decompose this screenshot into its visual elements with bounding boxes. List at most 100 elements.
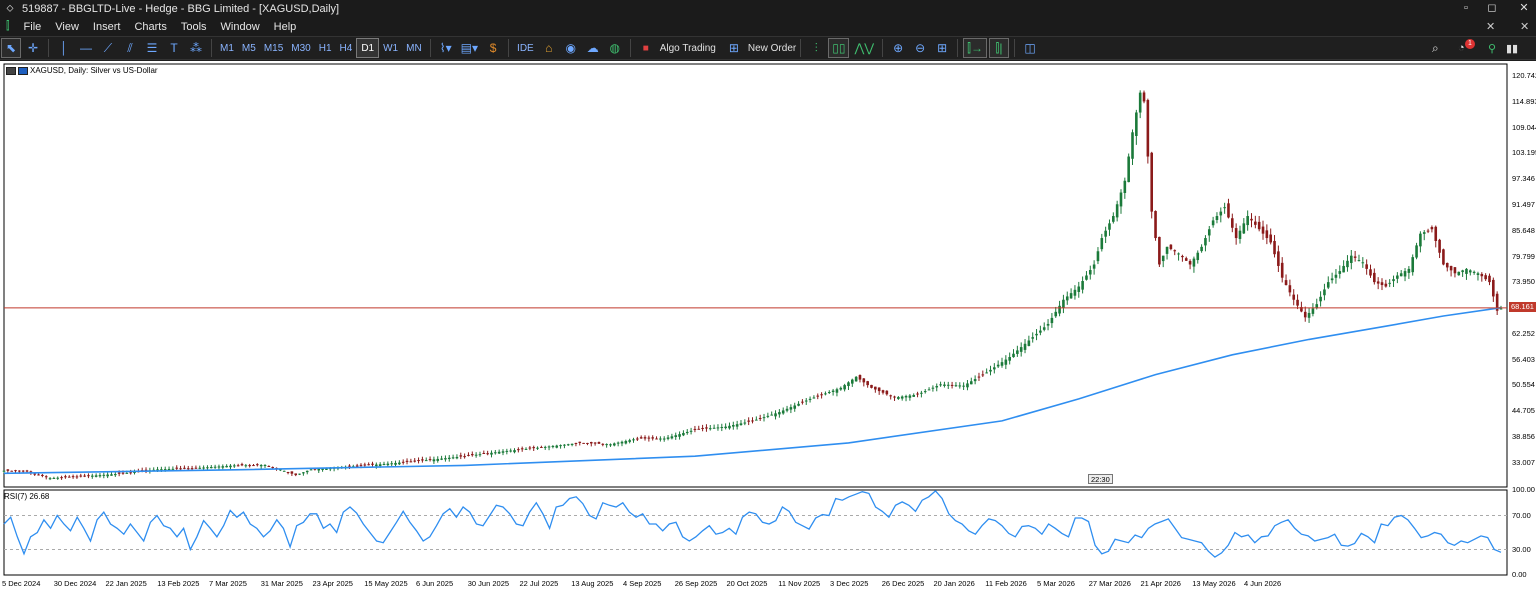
horizontal-line-icon[interactable]: ― <box>76 38 96 58</box>
trend-line-icon[interactable]: ⟋ <box>98 38 118 58</box>
candle-body <box>885 390 889 395</box>
candle-body <box>628 440 631 442</box>
menu-view[interactable]: View <box>55 21 79 33</box>
candle-body <box>463 456 466 458</box>
price-tick-label: 103.195 <box>1512 148 1536 158</box>
candle-body <box>659 438 662 440</box>
time-tick-label: 22 Jul 2025 <box>519 579 559 588</box>
text-tool-icon[interactable]: T <box>164 38 184 58</box>
signal-icon[interactable]: ◉ <box>561 38 581 58</box>
candle-body <box>286 471 290 473</box>
candle-body <box>1146 100 1150 157</box>
candle-body <box>1115 204 1119 218</box>
candle-body <box>789 407 793 410</box>
candle-body <box>1196 252 1200 261</box>
cursor-icon[interactable]: ⬉ <box>1 38 21 58</box>
chart-window[interactable] <box>0 61 1536 595</box>
templates-icon[interactable]: ▤▾ <box>458 38 481 58</box>
timeframe-w1[interactable]: W1 <box>379 38 402 58</box>
close-button[interactable]: ✕ <box>1506 0 1536 17</box>
crosshair-icon[interactable]: ✛ <box>23 38 43 58</box>
candle-body <box>958 385 962 387</box>
candle-body <box>563 444 566 446</box>
candle-body <box>14 470 17 472</box>
candle-body <box>175 467 179 469</box>
notifications-icon[interactable]: ◔ <box>1458 42 1465 54</box>
candle-body <box>536 447 539 449</box>
candle-body <box>747 420 750 422</box>
chart-type-icon[interactable]: ⌇▾ <box>436 38 456 58</box>
candle-body <box>390 463 393 465</box>
menu-charts[interactable]: Charts <box>134 21 166 33</box>
candle-body <box>732 424 735 427</box>
menu-tools[interactable]: Tools <box>181 21 207 33</box>
timeframe-m30[interactable]: M30 <box>287 38 314 58</box>
candle-body <box>494 452 497 454</box>
candle-body <box>820 394 823 396</box>
window-pin-icon[interactable]: ✕ <box>1486 20 1495 33</box>
algo-trading-icon[interactable]: ■ <box>636 38 656 58</box>
candle-body <box>48 478 52 480</box>
menu-window[interactable]: Window <box>221 21 260 33</box>
candle-body <box>1204 238 1207 246</box>
vertical-line-icon[interactable]: │ <box>54 38 74 58</box>
candle-body <box>1054 311 1058 317</box>
shapes-icon[interactable]: ⁂ <box>186 38 206 58</box>
candle-body <box>478 454 482 456</box>
line-chart-icon[interactable]: ⋀⋁ <box>851 38 877 58</box>
timeframe-m5[interactable]: M5 <box>238 38 260 58</box>
timeframe-mn[interactable]: MN <box>402 38 426 58</box>
chart-canvas[interactable] <box>0 61 1536 595</box>
bar-chart-icon[interactable]: ⫶ <box>806 38 826 58</box>
candle-body <box>71 476 75 478</box>
fibonacci-icon[interactable]: ☰ <box>142 38 162 58</box>
menu-file[interactable]: File <box>24 21 42 33</box>
lock-icon[interactable]: ⌂ <box>539 38 559 58</box>
timeframe-m15[interactable]: M15 <box>260 38 287 58</box>
timeframe-d1[interactable]: D1 <box>356 38 380 58</box>
screenshot-icon[interactable]: ◫ <box>1020 38 1040 58</box>
toolbar-separator <box>882 39 884 57</box>
candle-body <box>375 464 378 467</box>
candlestick-icon[interactable]: ▯▯ <box>828 38 850 58</box>
vps-icon[interactable]: ◍ <box>605 38 625 58</box>
ide-button[interactable]: IDE <box>513 38 538 58</box>
auto-scroll-icon[interactable]: ⫿→ <box>963 38 987 58</box>
candle-body <box>382 463 386 466</box>
candle-body <box>482 452 486 454</box>
algo-trading-button[interactable]: Algo Trading <box>660 43 716 54</box>
chart-close-icon[interactable]: ✕ <box>1520 20 1529 33</box>
candle-body <box>655 438 658 440</box>
candle-body <box>1373 272 1376 283</box>
timeframe-m1[interactable]: M1 <box>216 38 238 58</box>
candle-body <box>233 465 236 467</box>
new-order-button[interactable]: New Order <box>748 43 796 54</box>
tile-windows-icon[interactable]: ⊞ <box>932 38 952 58</box>
candle-body <box>240 464 244 466</box>
menu-help[interactable]: Help <box>274 21 297 33</box>
account-icon[interactable]: ⚲ <box>1488 42 1496 55</box>
zoom-in-icon[interactable]: ⊕ <box>888 38 908 58</box>
search-icon[interactable]: ⌕ <box>1432 41 1439 56</box>
zoom-out-icon[interactable]: ⊖ <box>910 38 930 58</box>
restore-button[interactable]: ◻ <box>1474 0 1510 17</box>
timeframe-h1[interactable]: H1 <box>315 38 336 58</box>
candle-body <box>1004 359 1008 365</box>
candle-body <box>290 471 294 474</box>
candle-body <box>735 424 739 427</box>
candle-body <box>1415 245 1418 258</box>
time-tick-label: 23 Apr 2025 <box>312 579 353 588</box>
menu-insert[interactable]: Insert <box>93 21 121 33</box>
new-order-icon[interactable]: ⊞ <box>724 38 744 58</box>
candle-body <box>593 442 597 444</box>
chart-shift-icon[interactable]: ⫿| <box>988 38 1009 58</box>
candle-body <box>202 467 205 469</box>
cloud-icon[interactable]: ☁ <box>583 38 603 58</box>
channel-icon[interactable]: ⫽ <box>120 38 140 58</box>
candle-body <box>1016 350 1019 354</box>
timeframe-h4[interactable]: H4 <box>336 38 357 58</box>
candle-body <box>582 442 585 444</box>
candle-body <box>712 427 716 429</box>
candle-body <box>1158 236 1161 265</box>
market-icon[interactable]: $ <box>483 38 503 58</box>
